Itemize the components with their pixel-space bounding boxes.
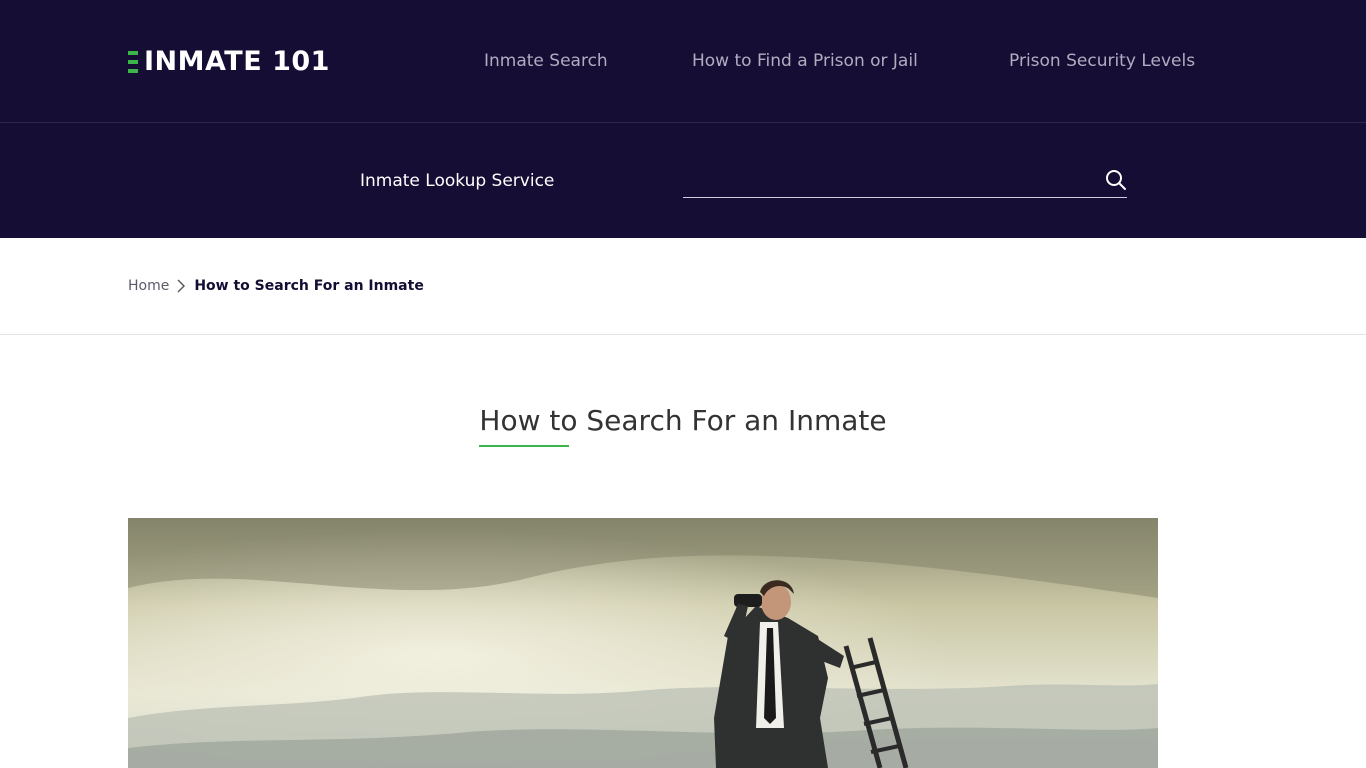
site-header: INMATE 101 Inmate Search How to Find a P… <box>0 0 1366 122</box>
page-title: How to Search For an Inmate <box>479 404 887 437</box>
nav-inmate-search[interactable]: Inmate Search <box>484 49 608 73</box>
title-underline <box>479 445 569 447</box>
breadcrumb-divider <box>0 334 1366 335</box>
breadcrumb-home-link[interactable]: Home <box>128 278 169 294</box>
main-nav: Inmate Search How to Find a Prison or Ja… <box>0 49 1366 73</box>
inmate-lookup-bar: Inmate Lookup Service <box>0 123 1366 238</box>
chevron-right-icon <box>174 277 188 295</box>
search-input[interactable] <box>683 165 1103 197</box>
search-icon[interactable] <box>1104 168 1128 192</box>
hero-image <box>128 518 1158 768</box>
nav-find-prison-or-jail[interactable]: How to Find a Prison or Jail <box>692 49 918 73</box>
nav-prison-security-levels[interactable]: Prison Security Levels <box>1009 49 1195 73</box>
search-input-underline <box>683 197 1127 198</box>
breadcrumb-current: How to Search For an Inmate <box>194 278 424 294</box>
breadcrumb: Home How to Search For an Inmate <box>128 276 424 296</box>
lookup-label: Inmate Lookup Service <box>360 171 555 191</box>
